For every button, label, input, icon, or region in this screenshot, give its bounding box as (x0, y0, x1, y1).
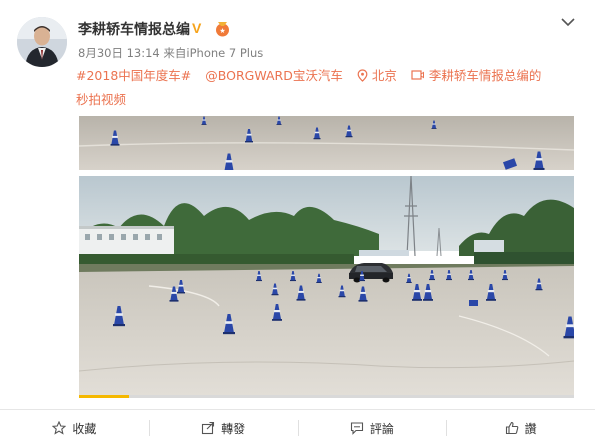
like-label: 讚 (524, 421, 537, 436)
video-player[interactable] (79, 116, 574, 396)
video-link[interactable]: 李耕轿车情报总编的 (411, 68, 542, 83)
mention-link[interactable]: @BORGWARD宝沃汽车 (205, 68, 343, 83)
verified-badge: V (192, 20, 202, 36)
comment-button[interactable]: 評論 (297, 410, 447, 446)
video-progress-bar[interactable] (79, 395, 574, 398)
video-label-line1: 李耕轿车情报总编的 (428, 68, 542, 83)
like-button[interactable]: 讚 (446, 410, 595, 446)
video-icon (411, 70, 424, 80)
favorite-label: 收藏 (72, 421, 97, 436)
svg-text:★: ★ (219, 27, 225, 35)
location-label: 北京 (371, 68, 397, 83)
video-progress-fill (79, 395, 129, 398)
action-bar: 收藏 轉發 評論 讚 (0, 409, 595, 446)
chevron-down-icon[interactable] (558, 12, 578, 32)
avatar[interactable] (17, 17, 67, 67)
post-text: #2018中国年度车# @BORGWARD宝沃汽车 北京 李耕轿车情报总编的 秒拍视频 (76, 64, 581, 112)
share-icon (202, 421, 215, 435)
author-name[interactable]: 李耕轿车情报总编 (78, 19, 190, 39)
video-label-line2[interactable]: 秒拍视频 (76, 92, 126, 107)
location-pin-icon (357, 69, 368, 82)
comment-label: 評論 (369, 421, 394, 436)
hashtag-link[interactable]: #2018中国年度车# (76, 68, 191, 83)
favorite-button[interactable]: 收藏 (0, 410, 149, 446)
medal-icon[interactable]: ★ (214, 21, 231, 37)
post-meta: 8月30日 13:14 来自iPhone 7 Plus (78, 46, 264, 60)
video-frame (79, 116, 574, 396)
comment-icon (350, 422, 363, 435)
repost-label: 轉發 (221, 421, 246, 436)
repost-button[interactable]: 轉發 (148, 410, 298, 446)
location-link[interactable]: 北京 (357, 68, 397, 83)
star-icon (52, 421, 67, 435)
thumbs-up-icon (505, 421, 518, 435)
